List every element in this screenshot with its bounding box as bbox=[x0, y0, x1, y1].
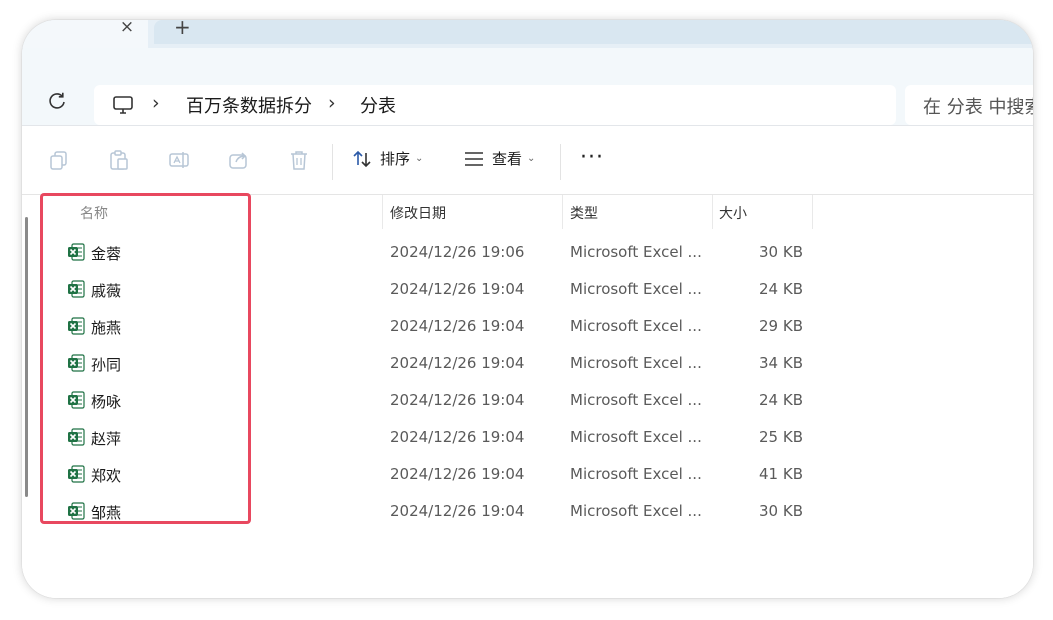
close-icon[interactable]: × bbox=[116, 20, 138, 38]
file-name: 杨咏 bbox=[91, 393, 122, 411]
add-tab-icon[interactable]: + bbox=[174, 20, 191, 39]
file-modified: 2024/12/26 19:04 bbox=[390, 354, 525, 372]
excel-file-icon bbox=[68, 465, 85, 483]
file-type: Microsoft Excel ... bbox=[570, 428, 702, 446]
breadcrumb[interactable]: › 百万条数据拆分 › 分表 bbox=[94, 85, 896, 125]
file-name: 赵萍 bbox=[91, 430, 122, 448]
file-modified: 2024/12/26 19:04 bbox=[390, 317, 525, 335]
file-size: 24 KB bbox=[759, 391, 803, 409]
file-type: Microsoft Excel ... bbox=[570, 502, 702, 520]
view-label: 查看 bbox=[492, 150, 523, 168]
rename-icon[interactable] bbox=[168, 149, 190, 171]
column-header-modified[interactable]: 修改日期 bbox=[390, 203, 446, 223]
file-modified: 2024/12/26 19:06 bbox=[390, 243, 525, 261]
column-header-type[interactable]: 类型 bbox=[570, 203, 598, 223]
more-options-button[interactable]: ··· bbox=[580, 145, 604, 170]
table-row[interactable]: 施燕 2024/12/26 19:04 Microsoft Excel ... … bbox=[22, 307, 822, 344]
excel-file-icon bbox=[68, 354, 85, 372]
file-type: Microsoft Excel ... bbox=[570, 243, 702, 261]
search-placeholder: 在 分表 中搜索 bbox=[923, 97, 1033, 118]
this-pc-icon[interactable] bbox=[112, 94, 134, 120]
new-tab-area: + bbox=[154, 20, 1033, 44]
command-bar: 排序 ⌄ 查看 ⌄ ··· bbox=[22, 126, 1033, 195]
table-row[interactable]: 孙同 2024/12/26 19:04 Microsoft Excel ... … bbox=[22, 344, 822, 381]
table-row[interactable]: 郑欢 2024/12/26 19:04 Microsoft Excel ... … bbox=[22, 455, 822, 492]
breadcrumb-item-parent[interactable]: 百万条数据拆分 bbox=[186, 92, 312, 118]
excel-file-icon bbox=[68, 280, 85, 298]
file-size: 25 KB bbox=[759, 428, 803, 446]
table-row[interactable]: 赵萍 2024/12/26 19:04 Microsoft Excel ... … bbox=[22, 418, 822, 455]
column-divider bbox=[812, 195, 813, 229]
sort-icon bbox=[353, 150, 371, 167]
file-name: 施燕 bbox=[91, 319, 122, 337]
column-header-name[interactable]: 名称 bbox=[80, 203, 108, 223]
column-divider bbox=[382, 195, 383, 229]
excel-file-icon bbox=[68, 502, 85, 520]
table-row[interactable]: 金蓉 2024/12/26 19:06 Microsoft Excel ... … bbox=[22, 233, 822, 270]
sort-button[interactable]: 排序 ⌄ bbox=[352, 148, 423, 172]
chevron-right-icon[interactable]: › bbox=[328, 92, 336, 114]
copy-icon[interactable] bbox=[48, 149, 70, 171]
chevron-down-icon: ⌄ bbox=[415, 153, 424, 164]
excel-file-icon bbox=[68, 317, 85, 335]
file-size: 29 KB bbox=[759, 317, 803, 335]
file-name: 孙同 bbox=[91, 356, 122, 374]
table-row[interactable]: 杨咏 2024/12/26 19:04 Microsoft Excel ... … bbox=[22, 381, 822, 418]
breadcrumb-item-current[interactable]: 分表 bbox=[360, 92, 396, 118]
file-size: 30 KB bbox=[759, 502, 803, 520]
column-divider bbox=[562, 195, 563, 229]
file-type: Microsoft Excel ... bbox=[570, 391, 702, 409]
column-divider bbox=[712, 195, 713, 229]
file-size: 30 KB bbox=[759, 243, 803, 261]
file-list: ⌃ 名称 修改日期 类型 大小 金蓉 2024/12/26 19:06 Micr… bbox=[22, 191, 1033, 598]
file-type: Microsoft Excel ... bbox=[570, 317, 702, 335]
address-bar: › 百万条数据拆分 › 分表 在 分表 中搜索 bbox=[22, 48, 1033, 126]
excel-file-icon bbox=[68, 391, 85, 409]
paste-icon[interactable] bbox=[108, 149, 130, 171]
chevron-right-icon[interactable]: › bbox=[152, 92, 160, 114]
chevron-down-icon: ⌄ bbox=[527, 153, 536, 164]
sort-ascending-icon: ⌃ bbox=[223, 191, 233, 204]
toolbar-divider bbox=[560, 144, 561, 180]
file-name: 金蓉 bbox=[91, 245, 122, 263]
table-row[interactable]: 邹燕 2024/12/26 19:04 Microsoft Excel ... … bbox=[22, 492, 822, 529]
file-modified: 2024/12/26 19:04 bbox=[390, 428, 525, 446]
file-modified: 2024/12/26 19:04 bbox=[390, 391, 525, 409]
file-modified: 2024/12/26 19:04 bbox=[390, 502, 525, 520]
view-list-icon bbox=[465, 151, 483, 166]
file-size: 41 KB bbox=[759, 465, 803, 483]
file-modified: 2024/12/26 19:04 bbox=[390, 465, 525, 483]
delete-icon[interactable] bbox=[288, 149, 310, 171]
file-name: 戚薇 bbox=[91, 282, 122, 300]
column-header-size[interactable]: 大小 bbox=[719, 203, 747, 223]
file-type: Microsoft Excel ... bbox=[570, 280, 702, 298]
tab-strip: × + bbox=[22, 20, 1033, 48]
file-size: 24 KB bbox=[759, 280, 803, 298]
search-input[interactable]: 在 分表 中搜索 bbox=[905, 85, 1033, 125]
sort-label: 排序 bbox=[380, 150, 411, 168]
file-type: Microsoft Excel ... bbox=[570, 354, 702, 372]
table-row[interactable]: 戚薇 2024/12/26 19:04 Microsoft Excel ... … bbox=[22, 270, 822, 307]
toolbar-divider bbox=[332, 144, 333, 180]
file-name: 邹燕 bbox=[91, 504, 122, 522]
tab-current[interactable]: × bbox=[22, 20, 148, 48]
refresh-icon[interactable] bbox=[46, 91, 68, 113]
file-explorer-window: × + › 百万条数据拆分 › 分表 在 分表 中搜索 排序 ⌄ 查看 ⌄ ··… bbox=[22, 20, 1033, 598]
file-type: Microsoft Excel ... bbox=[570, 465, 702, 483]
file-modified: 2024/12/26 19:04 bbox=[390, 280, 525, 298]
file-size: 34 KB bbox=[759, 354, 803, 372]
share-icon[interactable] bbox=[228, 149, 250, 171]
excel-file-icon bbox=[68, 428, 85, 446]
excel-file-icon bbox=[68, 243, 85, 261]
file-name: 郑欢 bbox=[91, 467, 122, 485]
view-button[interactable]: 查看 ⌄ bbox=[464, 148, 535, 172]
